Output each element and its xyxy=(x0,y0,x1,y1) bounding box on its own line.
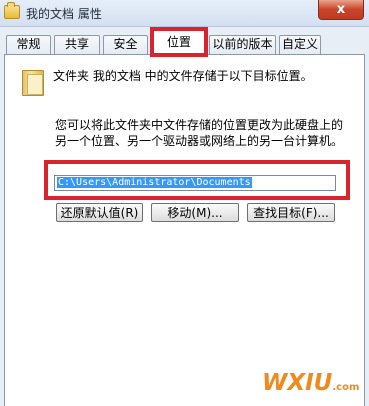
tab-location[interactable]: 位置 xyxy=(151,30,207,55)
target-path-field[interactable]: C:\Users\Administrator\Documents xyxy=(54,175,336,191)
tab-strip: 常规 共享 安全 位置 以前的版本 自定义 xyxy=(0,27,369,55)
move-button[interactable]: 移动(M)... xyxy=(151,203,239,222)
target-path-value: C:\Users\Administrator\Documents xyxy=(57,177,252,188)
documents-folder-icon xyxy=(22,70,44,96)
close-button[interactable]: x xyxy=(318,0,364,20)
tab-previous-versions[interactable]: 以前的版本 xyxy=(209,35,276,54)
close-icon: x xyxy=(336,2,346,17)
location-instructions: 您可以将此文件夹中文件存储的位置更改为此硬盘上的另一个位置、另一个驱动器或网络上… xyxy=(55,118,344,148)
watermark-suffix: .com xyxy=(332,382,360,393)
tab-security[interactable]: 安全 xyxy=(103,35,148,54)
watermark-text: WXIU xyxy=(262,370,333,396)
tab-general[interactable]: 常规 xyxy=(6,35,51,54)
restore-default-button[interactable]: 还原默认值(R) xyxy=(56,203,143,222)
tab-customize[interactable]: 自定义 xyxy=(279,35,321,54)
tab-sharing[interactable]: 共享 xyxy=(54,35,100,54)
folder-icon xyxy=(4,2,20,19)
window-title: 我的文档 属性 xyxy=(26,7,102,21)
title-bar: 我的文档 属性 x xyxy=(0,0,369,27)
location-description: 文件夹 我的文档 中的文件存储于以下目标位置。 xyxy=(53,69,313,83)
location-panel xyxy=(4,54,365,406)
find-target-button[interactable]: 查找目标(F)... xyxy=(247,203,335,222)
site-watermark-logo: WXIU.com xyxy=(262,370,362,400)
